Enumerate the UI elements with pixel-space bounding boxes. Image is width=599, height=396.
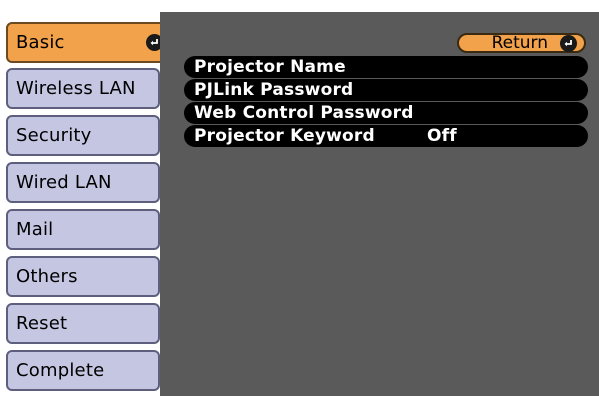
row-projector-name[interactable]: Projector Name — [184, 56, 588, 78]
row-value: Off — [427, 126, 457, 146]
row-pjlink-password[interactable]: PJLink Password — [184, 79, 588, 101]
sidebar-item-wireless-lan[interactable]: Wireless LAN — [6, 68, 160, 109]
enter-icon — [560, 34, 577, 52]
row-projector-keyword[interactable]: Projector Keyword Off — [184, 125, 588, 147]
row-label: Web Control Password — [194, 103, 414, 123]
sidebar-item-others[interactable]: Others — [6, 256, 160, 297]
sidebar: Basic Wireless LAN Security Wired LAN Ma… — [0, 0, 171, 396]
row-web-control-password[interactable]: Web Control Password — [184, 102, 588, 124]
sidebar-item-mail[interactable]: Mail — [6, 209, 160, 250]
row-label: Projector Keyword — [194, 126, 375, 146]
sidebar-item-label: Mail — [16, 219, 54, 240]
return-button[interactable]: Return — [457, 33, 586, 53]
sidebar-item-label: Security — [16, 125, 92, 146]
sidebar-item-security[interactable]: Security — [6, 115, 160, 156]
sidebar-item-label: Others — [16, 266, 78, 287]
sidebar-item-label: Reset — [16, 313, 68, 334]
sidebar-item-label: Wired LAN — [16, 172, 112, 193]
return-label: Return — [491, 33, 548, 53]
sidebar-item-wired-lan[interactable]: Wired LAN — [6, 162, 160, 203]
sidebar-item-label: Complete — [16, 360, 105, 381]
sidebar-item-reset[interactable]: Reset — [6, 303, 160, 344]
sidebar-item-label: Wireless LAN — [16, 78, 136, 99]
sidebar-item-label: Basic — [16, 32, 65, 53]
sidebar-item-basic[interactable]: Basic — [6, 22, 171, 63]
sidebar-item-complete[interactable]: Complete — [6, 350, 160, 391]
row-label: Projector Name — [194, 57, 346, 77]
row-label: PJLink Password — [194, 80, 354, 100]
